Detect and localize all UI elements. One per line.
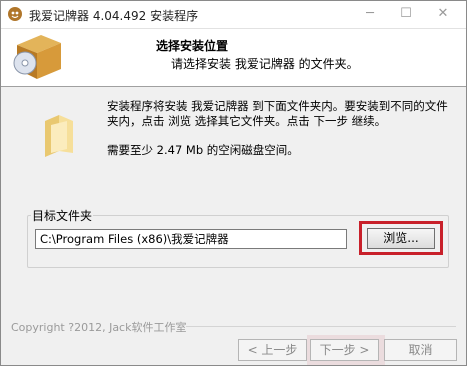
header-title: 选择安装位置: [156, 39, 229, 53]
install-description: 安装程序将安装 我爱记牌器 到下面文件夹内。要安装到不同的文件 夹内，点击 浏览…: [107, 99, 459, 129]
next-button[interactable]: 下一步 >: [310, 339, 379, 361]
footer-divider: [186, 326, 456, 327]
description-line-1: 安装程序将安装 我爱记牌器 到下面文件夹内。要安装到不同的文件: [107, 99, 448, 113]
minimize-button[interactable]: ─: [352, 1, 388, 28]
copyright-text: Copyright ?2012, Jack软件工作室: [11, 321, 187, 334]
app-icon: [7, 6, 23, 22]
header-subtitle: 请选择安装 我爱记牌器 的文件夹。: [171, 57, 359, 71]
title-bar[interactable]: 我爱记牌器 4.04.492 安装程序 ─ ☐ ✕: [1, 1, 466, 29]
header-panel: 选择安装位置 请选择安装 我爱记牌器 的文件夹。: [1, 29, 466, 87]
back-button[interactable]: < 上一步: [238, 339, 307, 361]
browse-button[interactable]: 浏览...: [367, 228, 435, 249]
folder-icon: [41, 113, 77, 157]
cancel-button[interactable]: 取消: [384, 339, 457, 361]
window-title: 我爱记牌器 4.04.492 安装程序: [29, 9, 199, 23]
destination-group-label: 目标文件夹: [31, 207, 94, 224]
space-required-text: 需要至少 2.47 Mb 的空闲磁盘空间。: [107, 143, 299, 157]
installer-window: 我爱记牌器 4.04.492 安装程序 ─ ☐ ✕ 选择安装位置 请选择安装 我…: [0, 0, 467, 366]
maximize-button[interactable]: ☐: [388, 1, 424, 28]
close-button[interactable]: ✕: [425, 1, 461, 28]
description-line-2: 夹内，点击 浏览 选择其它文件夹。点击 下一步 继续。: [107, 114, 387, 128]
install-path-input[interactable]: C:\Program Files (x86)\我爱记牌器: [35, 229, 347, 249]
install-box-icon: [11, 31, 65, 83]
